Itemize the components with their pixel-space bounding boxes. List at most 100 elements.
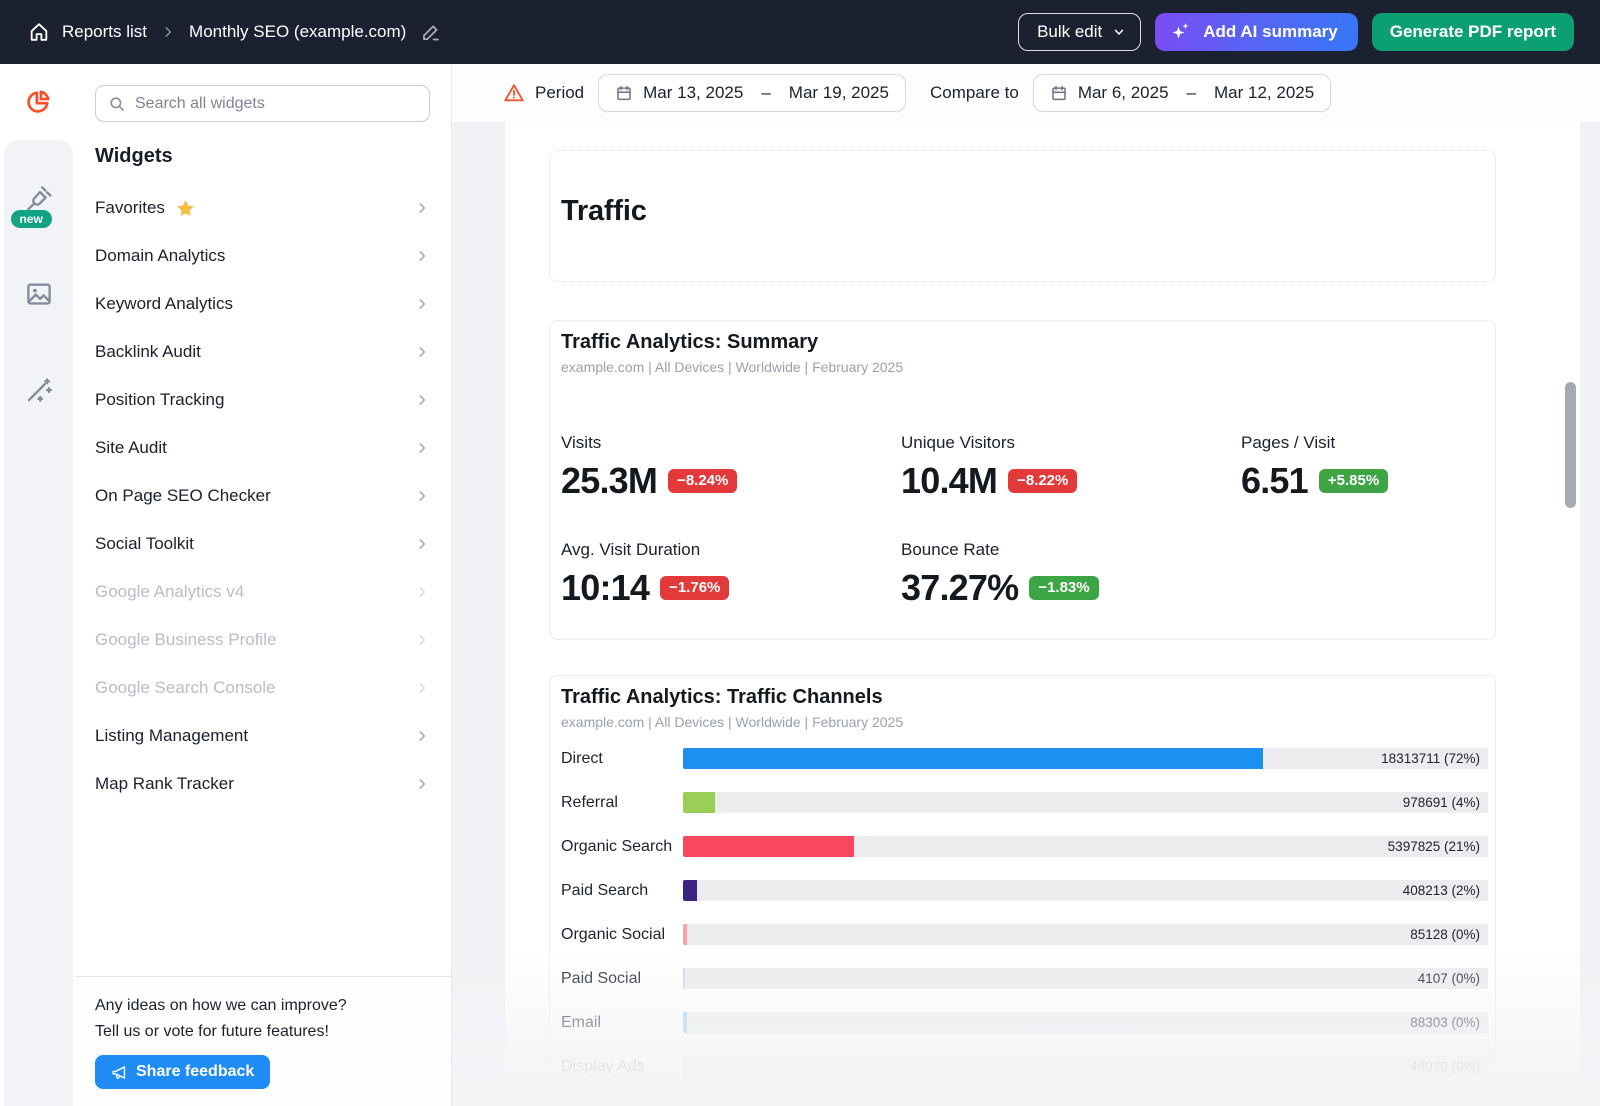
change-badge: −8.22% [1008,469,1077,493]
topbar: Reports list Monthly SEO (example.com) B… [0,0,1600,64]
report-builder-app: Reports list Monthly SEO (example.com) B… [0,0,1600,1106]
bulk-edit-button[interactable]: Bulk edit [1018,13,1141,51]
chevron-right-icon [415,297,429,311]
add-ai-summary-button[interactable]: Add AI summary [1155,13,1357,51]
metric-pages-per-visit: Pages / Visit 6.51 +5.85% [1241,433,1483,502]
metric-value: 37.27% [901,567,1018,609]
star-icon [175,198,196,219]
date-range-dash: – [761,83,770,103]
bar-value: 18313711 (72%) [1381,748,1480,769]
home-icon[interactable] [28,21,50,43]
edit-pencil-icon[interactable] [420,22,441,43]
bar-track: 5397825 (21%) [683,836,1488,857]
metric-visits: Visits 25.3M −8.24% [561,433,901,502]
bar-track: 85128 (0%) [683,924,1488,945]
compare-start-date: Mar 6, 2025 [1078,83,1169,103]
section-title: Traffic [561,195,1495,228]
bar-value: 85128 (0%) [1410,924,1480,945]
rail-panel: new [4,140,73,1106]
sidebar-item-backlink-audit[interactable]: Backlink Audit [75,328,451,376]
sidebar-item-favorites[interactable]: Favorites [75,184,451,232]
bar-value: 46020 (0%) [1410,1056,1480,1077]
metric-value: 6.51 [1241,460,1308,502]
widget-title: Traffic Analytics: Summary [561,331,1483,354]
calendar-icon [1050,84,1068,102]
images-icon[interactable] [17,272,61,316]
sidebar-item-google-analytics-v4[interactable]: Google Analytics v4 [75,568,451,616]
change-badge: −1.83% [1029,576,1098,600]
widgets-sidebar: Widgets Favorites Domain Analytics Keywo… [75,64,452,1106]
summary-metrics: Visits 25.3M −8.24% Unique Visitors 10.4… [561,433,1483,609]
search-icon [108,95,126,113]
widget-traffic-channels[interactable]: Traffic Analytics: Traffic Channels exam… [549,675,1496,1106]
widget-section-title[interactable]: Traffic [549,150,1496,282]
sidebar-item-listing-management[interactable]: Listing Management [75,712,451,760]
bar-fill [683,924,687,945]
chevron-right-icon [415,537,429,551]
vertical-scrollbar-thumb[interactable] [1565,382,1576,508]
generate-pdf-label: Generate PDF report [1390,22,1556,42]
sidebar-item-on-page-seo-checker[interactable]: On Page SEO Checker [75,472,451,520]
chevron-right-icon [415,441,429,455]
breadcrumb-reports-list[interactable]: Reports list [62,22,147,42]
bar-fill [683,968,685,989]
megaphone-icon [111,1064,128,1081]
sparkles-icon [1169,20,1193,44]
sidebar-item-google-search-console[interactable]: Google Search Console [75,664,451,712]
bar-fill [683,748,1263,769]
widget-subtitle: example.com | All Devices | Worldwide | … [561,359,1483,375]
period-start-date: Mar 13, 2025 [643,83,743,103]
bar-track: 88303 (0%) [683,1012,1488,1033]
magic-wand-icon[interactable] [17,368,61,412]
calendar-icon [615,84,633,102]
change-badge: +5.85% [1319,469,1388,493]
chevron-right-icon [415,345,429,359]
chevron-right-icon [415,489,429,503]
sidebar-item-domain-analytics[interactable]: Domain Analytics [75,232,451,280]
sidebar-item-keyword-analytics[interactable]: Keyword Analytics [75,280,451,328]
integrations-plug-icon[interactable]: new [17,176,61,220]
widgets-heading: Widgets [95,145,173,168]
chevron-right-icon [415,585,429,599]
report-canvas: Traffic Traffic Analytics: Summary examp… [505,122,1580,1106]
compare-date-range[interactable]: Mar 6, 2025 – Mar 12, 2025 [1033,74,1331,112]
widgets-pie-icon[interactable] [0,64,75,140]
bar-value: 978691 (4%) [1403,792,1480,813]
feedback-line2: Tell us or vote for future features! [95,1019,431,1045]
main-area: Period Mar 13, 2025 – Mar 19, 2025 Compa… [452,64,1600,1106]
bar-value: 5397825 (21%) [1388,836,1480,857]
metric-unique-visitors: Unique Visitors 10.4M −8.22% [901,433,1241,502]
chevron-right-icon [415,633,429,647]
widget-traffic-summary[interactable]: Traffic Analytics: Summary example.com |… [549,320,1496,640]
sidebar-item-position-tracking[interactable]: Position Tracking [75,376,451,424]
new-badge: new [11,210,52,228]
generate-pdf-button[interactable]: Generate PDF report [1372,13,1574,51]
widget-search-box [95,85,430,122]
sidebar-item-site-audit[interactable]: Site Audit [75,424,451,472]
icon-rail: new [0,64,75,1106]
channel-row-paid-search: Paid Search 408213 (2%) [561,880,1488,901]
bar-fill [683,836,854,857]
chevron-right-icon [415,393,429,407]
sidebar-item-social-toolkit[interactable]: Social Toolkit [75,520,451,568]
metric-bounce-rate: Bounce Rate 37.27% −1.83% [901,540,1241,609]
bar-fill [683,1012,687,1033]
search-input[interactable] [135,95,417,113]
sidebar-item-map-rank-tracker[interactable]: Map Rank Tracker [75,760,451,808]
breadcrumb-current-report: Monthly SEO (example.com) [189,22,406,42]
bar-value: 408213 (2%) [1403,880,1480,901]
sidebar-item-google-business-profile[interactable]: Google Business Profile [75,616,451,664]
period-end-date: Mar 19, 2025 [789,83,889,103]
change-badge: −1.76% [660,576,729,600]
chevron-right-icon [415,681,429,695]
share-feedback-button[interactable]: Share feedback [95,1055,270,1089]
widget-title: Traffic Analytics: Traffic Channels [561,686,1488,709]
channels-bar-chart: Direct 18313711 (72%) Referral 978691 (4… [561,748,1488,1077]
bar-fill [683,880,697,901]
chevron-right-icon [415,729,429,743]
channel-row-email: Email 88303 (0%) [561,1012,1488,1033]
channel-row-organic-search: Organic Search 5397825 (21%) [561,836,1488,857]
channel-row-organic-social: Organic Social 85128 (0%) [561,924,1488,945]
period-date-range[interactable]: Mar 13, 2025 – Mar 19, 2025 [598,74,906,112]
metric-avg-visit-duration: Avg. Visit Duration 10:14 −1.76% [561,540,901,609]
